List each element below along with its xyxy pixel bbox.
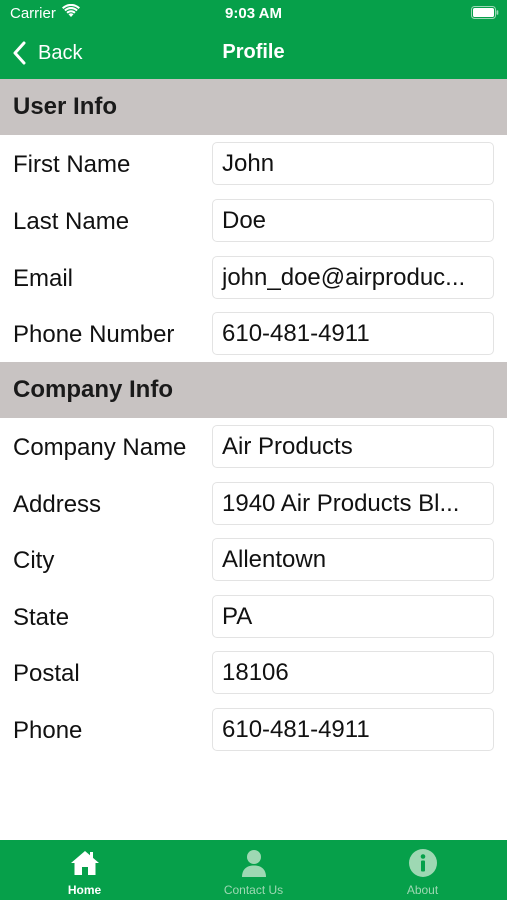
section-header-company-info: Company Info [0,362,507,418]
profile-screen: Carrier 9:03 AM Back Profile User Info F… [0,0,507,900]
address-label: Address [13,491,102,518]
last-name-field[interactable]: Doe [212,199,494,242]
tab-home[interactable]: Home [0,840,169,900]
last-name-label: Last Name [13,208,130,235]
tab-label: Contact Us [223,883,284,897]
phone-field[interactable]: 610-481-4911 [212,708,494,751]
row-postal: Postal 18106 [0,645,507,702]
first-name-label: First Name [13,151,131,178]
email-label: Email [13,265,74,292]
postal-label: Postal [13,660,80,687]
status-bar: Carrier 9:03 AM [0,0,507,28]
row-phone-number: Phone Number 610-481-4911 [0,306,507,363]
email-field[interactable]: john_doe@airproduc... [212,256,494,299]
tab-contact-us[interactable]: Contact Us [169,840,338,900]
phone-number-field[interactable]: 610-481-4911 [212,312,494,355]
company-name-label: Company Name [13,434,187,461]
row-phone: Phone 610-481-4911 [0,702,507,759]
section-title: User Info [13,93,118,120]
city-field[interactable]: Allentown [212,538,494,581]
person-icon [241,850,266,877]
company-name-field[interactable]: Air Products [212,425,494,468]
nav-bar: Back Profile [0,28,507,79]
page-title: Profile [222,41,285,63]
phone-number-label: Phone Number [13,321,175,348]
info-icon [408,849,437,877]
address-field[interactable]: 1940 Air Products Bl... [212,482,494,525]
home-icon [70,851,99,875]
postal-field[interactable]: 18106 [212,651,494,694]
state-label: State [13,604,70,631]
row-last-name: Last Name Doe [0,193,507,250]
tab-about[interactable]: About [338,840,507,900]
tab-label: Home [67,883,102,897]
row-company-name: Company Name Air Products [0,419,507,476]
phone-label: Phone [13,717,83,744]
state-field[interactable]: PA [212,595,494,638]
first-name-field[interactable]: John [212,142,494,185]
row-email: Email john_doe@airproduc... [0,250,507,307]
row-first-name: First Name John [0,136,507,193]
tab-label: About [406,883,439,897]
row-city: City Allentown [0,532,507,589]
row-state: State PA [0,589,507,646]
battery-icon [471,6,499,19]
section-header-user-info: User Info [0,79,507,135]
city-label: City [13,547,55,574]
tab-bar: Home Contact Us About [0,840,507,900]
status-time: 9:03 AM [225,5,282,22]
header: Carrier 9:03 AM Back Profile [0,0,507,79]
row-address: Address 1940 Air Products Bl... [0,476,507,533]
section-title: Company Info [13,376,173,403]
